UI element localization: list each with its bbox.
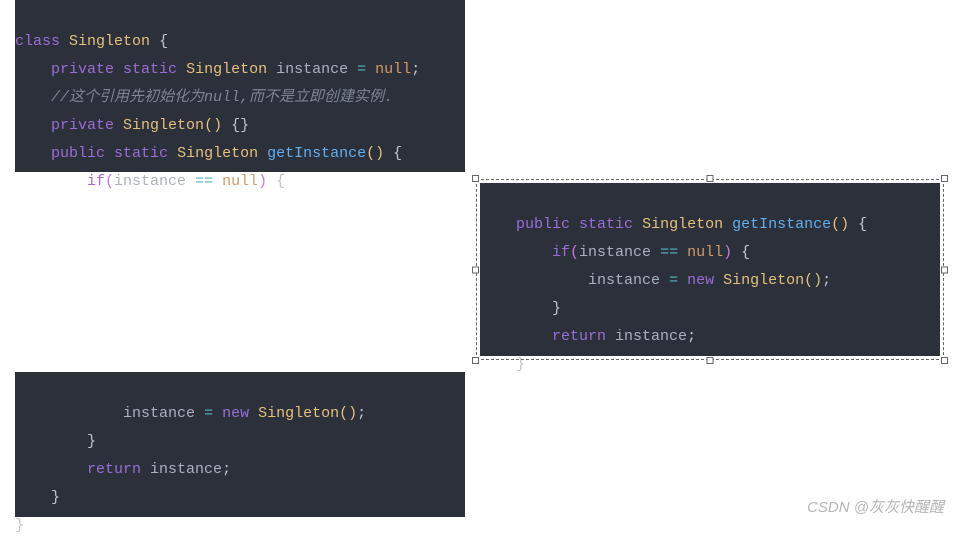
brace: { <box>393 145 402 162</box>
semicolon: ; <box>687 328 696 345</box>
brace-close: } <box>87 433 96 450</box>
comment-line: //这个引用先初始化为null,而不是立即创建实例. <box>51 89 393 106</box>
keyword-new: new <box>687 272 714 289</box>
resize-handle-bottom-middle[interactable] <box>707 357 714 364</box>
paren-open: ( <box>570 244 579 261</box>
resize-handle-top-left[interactable] <box>472 175 479 182</box>
paren-close: ) <box>723 244 732 261</box>
keyword-return: return <box>87 461 141 478</box>
parens: () <box>339 405 357 422</box>
keyword-if: if <box>552 244 570 261</box>
parens: () <box>804 272 822 289</box>
literal-null: null <box>375 61 411 78</box>
keyword-static: static <box>579 216 633 233</box>
keyword-private: private <box>51 117 114 134</box>
identifier: instance <box>276 61 348 78</box>
resize-handle-middle-left[interactable] <box>472 266 479 273</box>
operator-eq: == <box>195 173 213 190</box>
brace-close: } <box>15 517 24 534</box>
return-type: Singleton <box>177 145 258 162</box>
identifier: instance <box>588 272 660 289</box>
resize-handle-top-right[interactable] <box>941 175 948 182</box>
identifier: instance <box>123 405 195 422</box>
keyword-class: class <box>15 33 60 50</box>
identifier: instance <box>114 173 186 190</box>
code-block-3: instance = new Singleton(); } return ins… <box>15 372 465 517</box>
operator-assign: = <box>669 272 678 289</box>
operator-assign: = <box>204 405 213 422</box>
constructor-call: Singleton <box>723 272 804 289</box>
literal-null: null <box>222 173 258 190</box>
identifier: instance <box>615 328 687 345</box>
watermark-text: CSDN @灰灰快醒醒 <box>807 496 944 517</box>
resize-handle-bottom-left[interactable] <box>472 357 479 364</box>
operator-eq: == <box>660 244 678 261</box>
resize-handle-middle-right[interactable] <box>941 266 948 273</box>
code-block-2-selected[interactable]: public static Singleton getInstance() { … <box>480 183 940 356</box>
resize-handle-top-middle[interactable] <box>707 175 714 182</box>
method-name: getInstance <box>732 216 831 233</box>
paren-close: ) <box>258 173 267 190</box>
semicolon: ; <box>222 461 231 478</box>
brace-close: } <box>552 300 561 317</box>
brace: { <box>741 244 750 261</box>
keyword-if: if <box>87 173 105 190</box>
brace-close: } <box>516 356 525 373</box>
brace: { <box>159 33 168 50</box>
class-name: Singleton <box>69 33 150 50</box>
keyword-return: return <box>552 328 606 345</box>
parens: () <box>204 117 222 134</box>
identifier: instance <box>150 461 222 478</box>
semicolon: ; <box>822 272 831 289</box>
keyword-static: static <box>114 145 168 162</box>
resize-handle-bottom-right[interactable] <box>941 357 948 364</box>
keyword-static: static <box>123 61 177 78</box>
semicolon: ; <box>357 405 366 422</box>
keyword-private: private <box>51 61 114 78</box>
paren-open: ( <box>105 173 114 190</box>
brace: { <box>858 216 867 233</box>
parens: () <box>366 145 384 162</box>
type-name: Singleton <box>186 61 267 78</box>
empty-body: {} <box>231 117 249 134</box>
operator-assign: = <box>357 61 366 78</box>
constructor-name: Singleton <box>123 117 204 134</box>
constructor-call: Singleton <box>258 405 339 422</box>
literal-null: null <box>687 244 723 261</box>
code-block-1: class Singleton { private static Singlet… <box>15 0 465 172</box>
semicolon: ; <box>411 61 420 78</box>
keyword-public: public <box>51 145 105 162</box>
keyword-public: public <box>516 216 570 233</box>
brace: { <box>276 173 285 190</box>
brace-close: } <box>51 489 60 506</box>
identifier: instance <box>579 244 651 261</box>
return-type: Singleton <box>642 216 723 233</box>
parens: () <box>831 216 849 233</box>
method-name: getInstance <box>267 145 366 162</box>
keyword-new: new <box>222 405 249 422</box>
